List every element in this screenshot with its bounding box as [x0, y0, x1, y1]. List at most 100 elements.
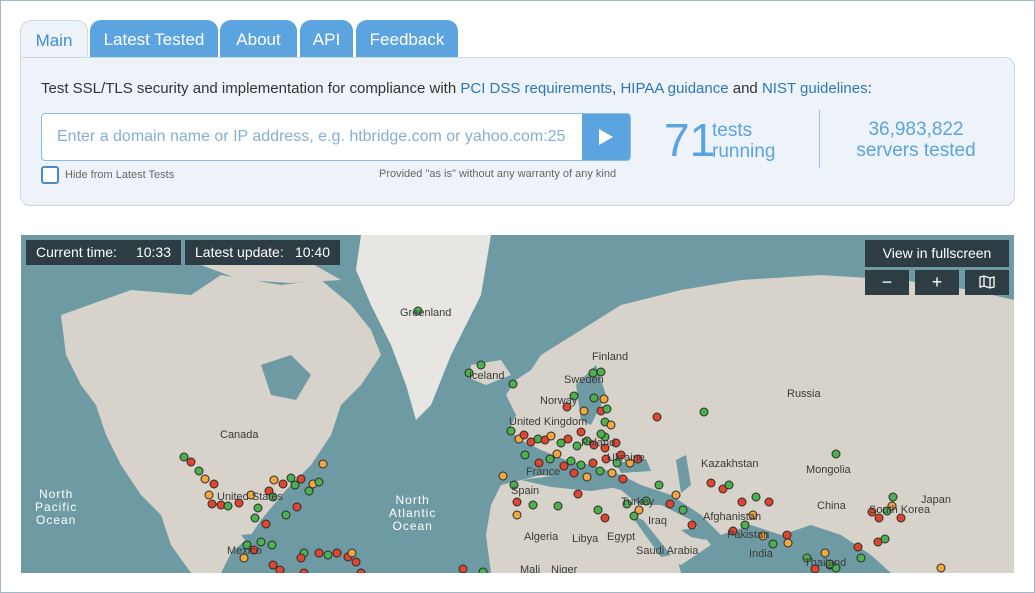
test-marker[interactable]: [356, 568, 366, 573]
test-marker[interactable]: [476, 360, 486, 370]
test-marker[interactable]: [290, 480, 300, 490]
test-marker[interactable]: [512, 510, 522, 520]
test-marker[interactable]: [783, 538, 793, 548]
test-marker[interactable]: [318, 459, 328, 469]
test-marker[interactable]: [478, 567, 488, 573]
test-marker[interactable]: [576, 427, 586, 437]
test-marker[interactable]: [576, 460, 586, 470]
test-marker[interactable]: [498, 471, 508, 481]
test-marker[interactable]: [559, 461, 569, 471]
test-marker[interactable]: [332, 548, 342, 558]
test-marker[interactable]: [508, 379, 518, 389]
test-marker[interactable]: [253, 503, 263, 513]
test-marker[interactable]: [519, 430, 529, 440]
test-marker[interactable]: [250, 513, 260, 523]
test-marker[interactable]: [573, 489, 583, 499]
test-marker[interactable]: [267, 540, 277, 550]
test-marker[interactable]: [528, 500, 538, 510]
test-marker[interactable]: [737, 497, 747, 507]
test-marker[interactable]: [194, 466, 204, 476]
zoom-in-button[interactable]: +: [915, 270, 959, 295]
test-marker[interactable]: [200, 474, 210, 484]
test-marker[interactable]: [268, 560, 278, 570]
test-marker[interactable]: [706, 478, 716, 488]
nist-link[interactable]: NIST guidelines: [762, 80, 868, 97]
test-marker[interactable]: [351, 557, 361, 567]
test-marker[interactable]: [856, 553, 866, 563]
test-marker[interactable]: [314, 477, 324, 487]
test-marker[interactable]: [458, 564, 468, 573]
tab-latest-tested[interactable]: Latest Tested: [90, 20, 218, 58]
test-marker[interactable]: [566, 456, 576, 466]
test-marker[interactable]: [831, 449, 841, 459]
test-marker[interactable]: [275, 565, 285, 573]
test-marker[interactable]: [269, 475, 279, 485]
test-marker[interactable]: [520, 450, 530, 460]
test-marker[interactable]: [665, 499, 675, 509]
test-marker[interactable]: [347, 548, 357, 558]
test-marker[interactable]: [299, 568, 309, 573]
start-test-button[interactable]: [582, 114, 630, 160]
test-marker[interactable]: [936, 563, 946, 573]
test-marker[interactable]: [552, 449, 562, 459]
hipaa-link[interactable]: HIPAA guidance: [620, 80, 728, 97]
test-marker[interactable]: [652, 412, 662, 422]
test-marker[interactable]: [261, 519, 271, 529]
pci-dss-link[interactable]: PCI DSS requirements: [460, 80, 612, 97]
hide-checkbox[interactable]: [41, 166, 59, 184]
tab-main[interactable]: Main: [20, 20, 88, 59]
test-marker[interactable]: [618, 474, 628, 484]
test-marker[interactable]: [223, 501, 233, 511]
tab-api[interactable]: API: [300, 20, 353, 58]
zoom-out-button[interactable]: −: [865, 270, 909, 295]
tab-about[interactable]: About: [220, 20, 297, 58]
test-marker[interactable]: [724, 480, 734, 490]
test-marker[interactable]: [506, 426, 516, 436]
test-marker[interactable]: [671, 490, 681, 500]
test-marker[interactable]: [553, 501, 563, 511]
test-marker[interactable]: [589, 393, 599, 403]
test-marker[interactable]: [569, 468, 579, 478]
test-marker[interactable]: [764, 497, 774, 507]
test-marker[interactable]: [546, 431, 556, 441]
test-marker[interactable]: [292, 502, 302, 512]
test-marker[interactable]: [699, 407, 709, 417]
test-marker[interactable]: [602, 404, 612, 414]
test-marker[interactable]: [186, 457, 196, 467]
test-marker[interactable]: [323, 550, 333, 560]
test-marker[interactable]: [579, 406, 589, 416]
test-marker[interactable]: [853, 542, 863, 552]
test-marker[interactable]: [278, 479, 288, 489]
test-marker[interactable]: [512, 497, 522, 507]
test-marker[interactable]: [296, 474, 306, 484]
test-marker[interactable]: [563, 434, 573, 444]
domain-search-input[interactable]: [42, 114, 582, 160]
test-marker[interactable]: [204, 490, 214, 500]
test-marker[interactable]: [296, 553, 306, 563]
test-marker[interactable]: [314, 548, 324, 558]
test-marker[interactable]: [888, 492, 898, 502]
test-marker[interactable]: [654, 480, 664, 490]
test-marker[interactable]: [607, 468, 617, 478]
test-marker[interactable]: [207, 499, 217, 509]
test-marker[interactable]: [768, 539, 778, 549]
test-marker[interactable]: [595, 466, 605, 476]
fullscreen-button[interactable]: View in fullscreen: [865, 240, 1009, 267]
test-marker[interactable]: [281, 510, 291, 520]
test-marker[interactable]: [209, 479, 219, 489]
test-marker[interactable]: [179, 452, 189, 462]
world-map[interactable]: Current time: 10:33 Latest update: 10:40 V…: [21, 235, 1014, 573]
tab-feedback[interactable]: Feedback: [356, 20, 458, 58]
test-marker[interactable]: [678, 505, 688, 515]
test-marker[interactable]: [820, 548, 830, 558]
test-marker[interactable]: [545, 454, 555, 464]
map-layer-button[interactable]: [965, 270, 1009, 295]
test-marker[interactable]: [880, 534, 890, 544]
test-marker[interactable]: [582, 472, 592, 482]
test-marker[interactable]: [606, 420, 616, 430]
test-marker[interactable]: [687, 520, 697, 530]
test-marker[interactable]: [600, 513, 610, 523]
test-marker[interactable]: [751, 492, 761, 502]
test-marker[interactable]: [593, 505, 603, 515]
test-marker[interactable]: [588, 458, 598, 468]
